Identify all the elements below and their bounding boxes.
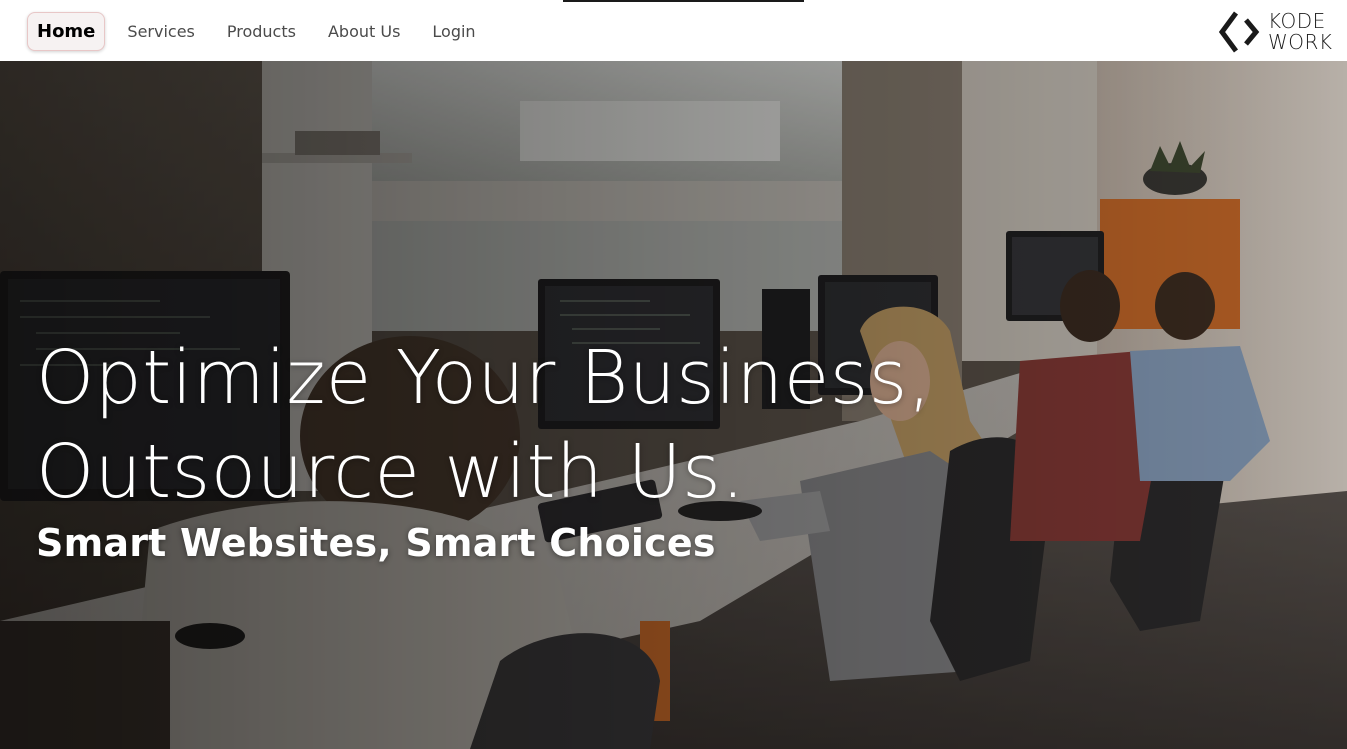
hero-tagline: Smart Websites, Smart Choices	[36, 521, 716, 565]
brand-line-1: KODE	[1268, 9, 1326, 33]
nav-item-about-us[interactable]: About Us	[312, 14, 416, 49]
brand-line-2: WORK	[1268, 30, 1333, 54]
brand-logo[interactable]: KODE WORK	[1218, 10, 1340, 54]
nav-item-home[interactable]: Home	[27, 12, 106, 51]
brand-wordmark: KODE WORK	[1268, 11, 1333, 53]
hero-headline: Optimize Your Business, Outsource with U…	[36, 331, 932, 519]
hero-headline-line-1: Optimize Your Business,	[36, 335, 932, 421]
code-brackets-icon	[1218, 11, 1260, 53]
hero-section: Optimize Your Business, Outsource with U…	[0, 61, 1347, 749]
nav-item-login[interactable]: Login	[416, 14, 491, 49]
nav-item-services[interactable]: Services	[111, 14, 210, 49]
main-nav: Home Services Products About Us Login	[27, 12, 492, 51]
top-navigation-bar: Home Services Products About Us Login KO…	[0, 0, 1347, 61]
top-indicator-line	[563, 0, 804, 2]
nav-item-products[interactable]: Products	[211, 14, 312, 49]
hero-headline-line-2: Outsource with Us.	[36, 429, 746, 515]
